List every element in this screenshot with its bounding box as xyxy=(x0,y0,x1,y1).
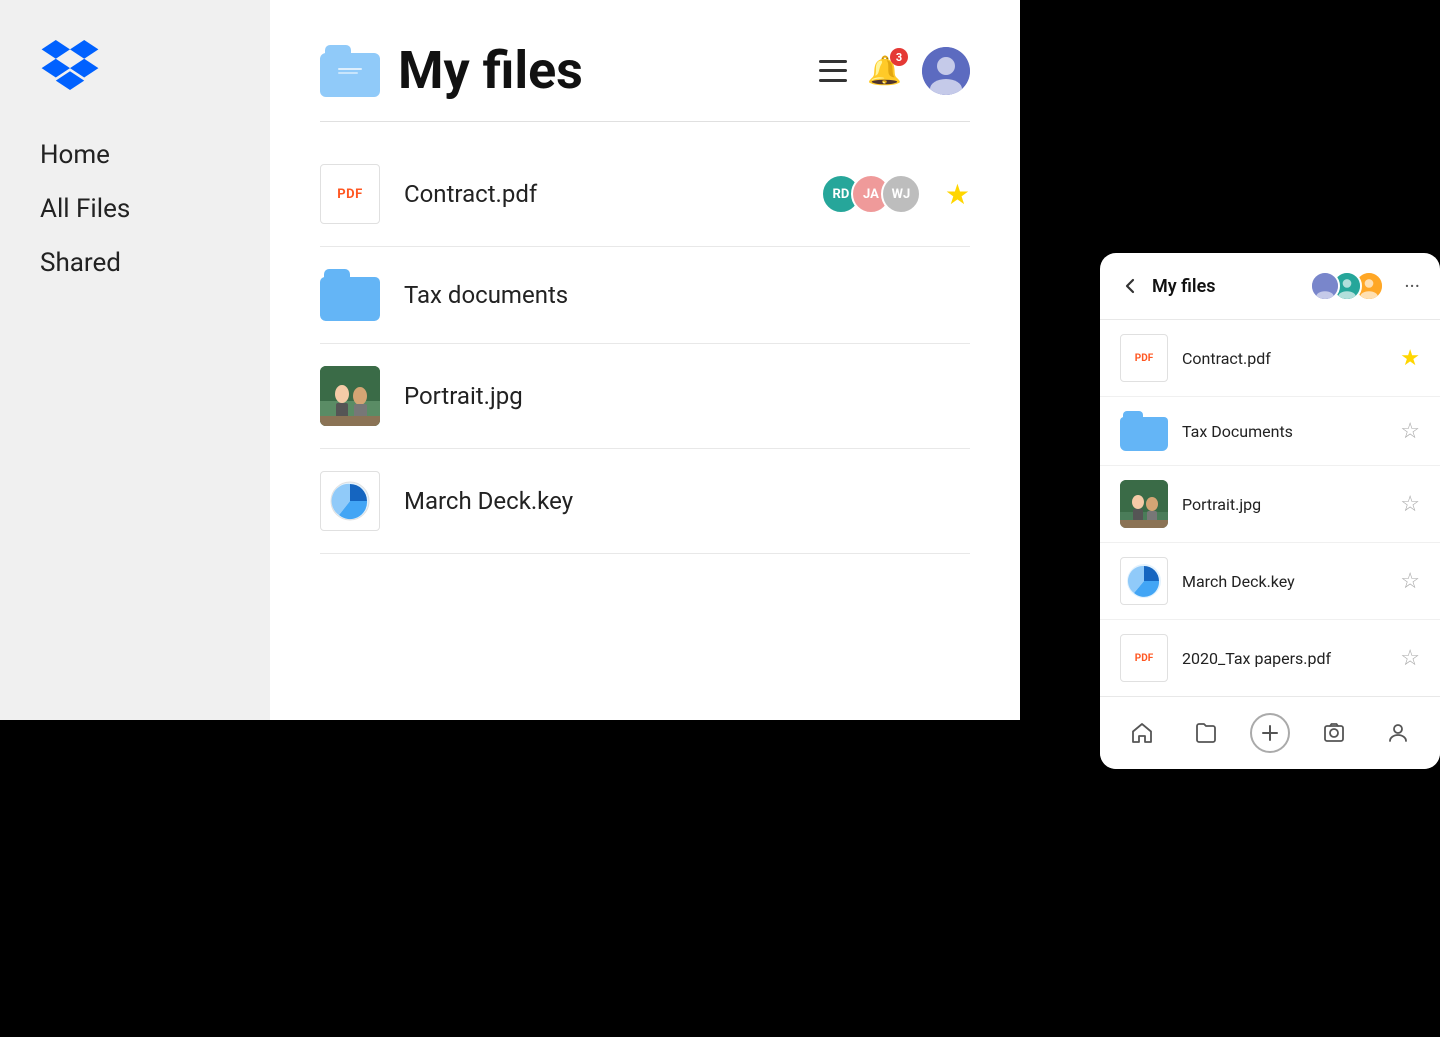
mobile-panel: My files xyxy=(1100,253,1440,769)
file-name-march-deck: March Deck.key xyxy=(404,487,970,515)
panel-file-list: PDF Contract.pdf ★ Tax Documents ☆ xyxy=(1100,320,1440,696)
file-name-tax-documents: Tax documents xyxy=(404,281,970,309)
panel-nav-photo[interactable] xyxy=(1314,713,1354,753)
panel-file-item-march[interactable]: March Deck.key ☆ xyxy=(1100,543,1440,620)
sidebar-item-home[interactable]: Home xyxy=(40,140,230,170)
folder-icon-header xyxy=(320,45,380,97)
file-item-portrait[interactable]: Portrait.jpg xyxy=(320,344,970,449)
panel-file-name-portrait: Portrait.jpg xyxy=(1182,495,1386,514)
main-content: My files 🔔 3 PDF C xyxy=(270,0,1020,720)
notification-badge: 3 xyxy=(890,48,908,66)
panel-title: My files xyxy=(1152,276,1298,297)
panel-star-portrait[interactable]: ☆ xyxy=(1400,492,1420,517)
panel-avatars xyxy=(1310,271,1384,301)
panel-more-button[interactable]: ··· xyxy=(1404,274,1420,298)
panel-file-name-tax2: 2020_Tax papers.pdf xyxy=(1182,649,1386,668)
sidebar-item-all-files[interactable]: All Files xyxy=(40,194,230,224)
user-avatar[interactable] xyxy=(922,47,970,95)
panel-file-item-contract[interactable]: PDF Contract.pdf ★ xyxy=(1100,320,1440,397)
panel-pdf-thumb-contract: PDF xyxy=(1120,334,1168,382)
page-title: My files xyxy=(398,40,583,101)
panel-header: My files xyxy=(1100,253,1440,320)
file-name-portrait: Portrait.jpg xyxy=(404,382,970,410)
image-thumbnail-portrait xyxy=(320,366,380,426)
title-area: My files xyxy=(320,40,583,101)
main-header: My files 🔔 3 xyxy=(320,40,970,122)
panel-file-item-portrait[interactable]: Portrait.jpg ☆ xyxy=(1100,466,1440,543)
panel-file-name-tax: Tax Documents xyxy=(1182,422,1386,441)
file-item-tax-documents[interactable]: Tax documents xyxy=(320,247,970,344)
panel-image-thumb-portrait xyxy=(1120,480,1168,528)
panel-star-march[interactable]: ☆ xyxy=(1400,569,1420,594)
file-name-contract: Contract.pdf xyxy=(404,180,797,208)
avatar-wj: WJ xyxy=(881,174,921,214)
keynote-thumbnail-march xyxy=(320,471,380,531)
panel-file-item-tax[interactable]: Tax Documents ☆ xyxy=(1100,397,1440,466)
file-list: PDF Contract.pdf RD JA WJ ★ Tax document… xyxy=(320,142,970,554)
menu-icon[interactable] xyxy=(819,60,847,82)
dropbox-logo xyxy=(40,40,100,90)
panel-nav-files[interactable] xyxy=(1186,713,1226,753)
panel-star-contract[interactable]: ★ xyxy=(1400,346,1420,371)
panel-folder-thumb-tax xyxy=(1120,411,1168,451)
panel-star-tax2[interactable]: ☆ xyxy=(1400,646,1420,671)
file-item-contract[interactable]: PDF Contract.pdf RD JA WJ ★ xyxy=(320,142,970,247)
sidebar-item-shared[interactable]: Shared xyxy=(40,248,230,278)
sidebar-nav: Home All Files Shared xyxy=(40,140,230,278)
file-item-march-deck[interactable]: March Deck.key xyxy=(320,449,970,554)
file-avatars-contract: RD JA WJ xyxy=(821,174,921,214)
pdf-thumbnail-contract: PDF xyxy=(320,164,380,224)
panel-star-tax[interactable]: ☆ xyxy=(1400,419,1420,444)
panel-bottom-nav xyxy=(1100,696,1440,769)
sidebar: Home All Files Shared xyxy=(0,0,270,720)
star-contract[interactable]: ★ xyxy=(945,178,970,211)
header-actions: 🔔 3 xyxy=(819,47,970,95)
panel-file-name-contract: Contract.pdf xyxy=(1182,349,1386,368)
panel-back-button[interactable] xyxy=(1120,276,1140,296)
panel-nav-profile[interactable] xyxy=(1378,713,1418,753)
panel-nav-home[interactable] xyxy=(1122,713,1162,753)
panel-pdf-thumb-tax2: PDF xyxy=(1120,634,1168,682)
notification-bell[interactable]: 🔔 3 xyxy=(867,54,902,87)
panel-file-item-tax2[interactable]: PDF 2020_Tax papers.pdf ☆ xyxy=(1100,620,1440,696)
folder-thumbnail-tax xyxy=(320,269,380,321)
panel-keynote-thumb-march xyxy=(1120,557,1168,605)
panel-file-name-march: March Deck.key xyxy=(1182,572,1386,591)
panel-nav-add[interactable] xyxy=(1250,713,1290,753)
